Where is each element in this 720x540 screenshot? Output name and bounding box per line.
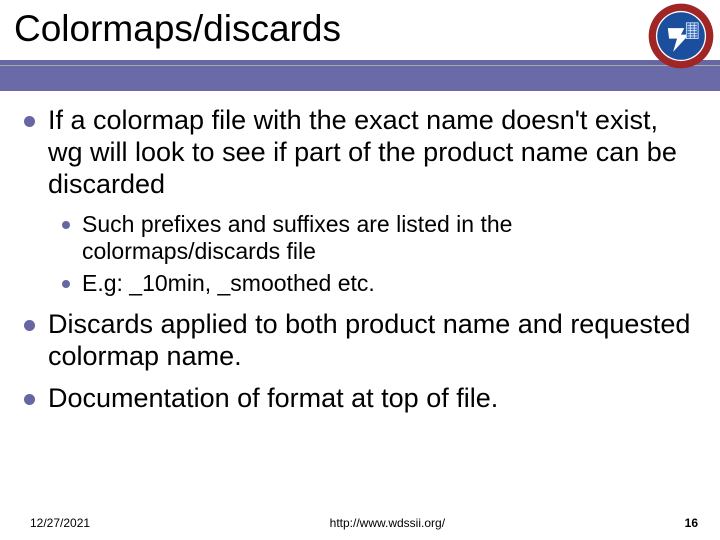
content-area: If a colormap file with the exact name d… bbox=[0, 91, 720, 415]
footer-url: http://www.wdssii.org/ bbox=[90, 516, 685, 530]
bullet-level-1: If a colormap file with the exact name d… bbox=[24, 105, 692, 201]
nssl-logo bbox=[648, 3, 714, 69]
title-rule bbox=[0, 60, 720, 65]
bullet-level-1: Documentation of format at top of file. bbox=[24, 383, 692, 415]
page-number: 16 bbox=[685, 516, 698, 530]
footer-date: 12/27/2021 bbox=[30, 516, 90, 530]
bullet-level-2: Such prefixes and suffixes are listed in… bbox=[62, 211, 692, 266]
header-band bbox=[0, 65, 720, 91]
slide-title: Colormaps/discards bbox=[14, 8, 720, 50]
bullet-level-2: E.g: _10min, _smoothed etc. bbox=[62, 270, 692, 298]
bullet-level-1: Discards applied to both product name an… bbox=[24, 309, 692, 373]
footer: 12/27/2021 http://www.wdssii.org/ 16 bbox=[0, 516, 720, 530]
header: Colormaps/discards bbox=[0, 0, 720, 50]
sub-bullet-list: Such prefixes and suffixes are listed in… bbox=[24, 211, 692, 298]
